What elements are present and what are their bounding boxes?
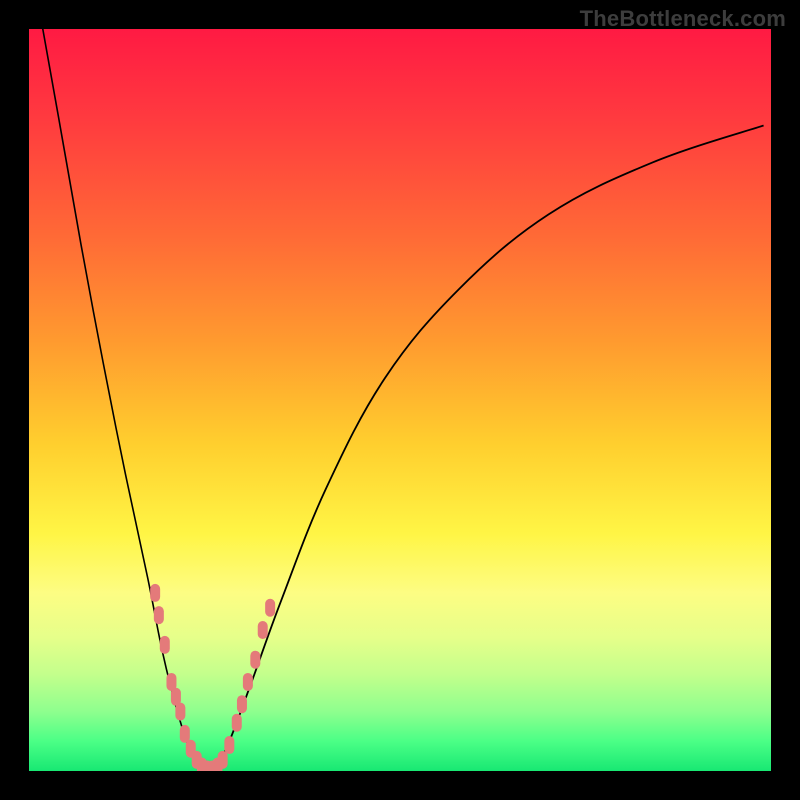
scatter-point xyxy=(150,584,160,602)
scatter-point xyxy=(265,599,275,617)
scatter-point xyxy=(250,651,260,669)
scatter-point xyxy=(175,703,185,721)
chart-frame: TheBottleneck.com xyxy=(0,0,800,800)
scatter-point xyxy=(224,736,234,754)
scatter-point xyxy=(218,751,228,769)
scatter-point xyxy=(237,695,247,713)
scatter-point xyxy=(160,636,170,654)
curve-right-branch xyxy=(215,125,764,771)
chart-svg xyxy=(29,29,771,771)
plot-area xyxy=(29,29,771,771)
scatter-highlight xyxy=(150,584,275,771)
scatter-point xyxy=(243,673,253,691)
scatter-point xyxy=(180,725,190,743)
watermark-label: TheBottleneck.com xyxy=(580,6,786,32)
scatter-point xyxy=(258,621,268,639)
curve-left-branch xyxy=(40,29,203,771)
scatter-point xyxy=(232,714,242,732)
scatter-point xyxy=(154,606,164,624)
